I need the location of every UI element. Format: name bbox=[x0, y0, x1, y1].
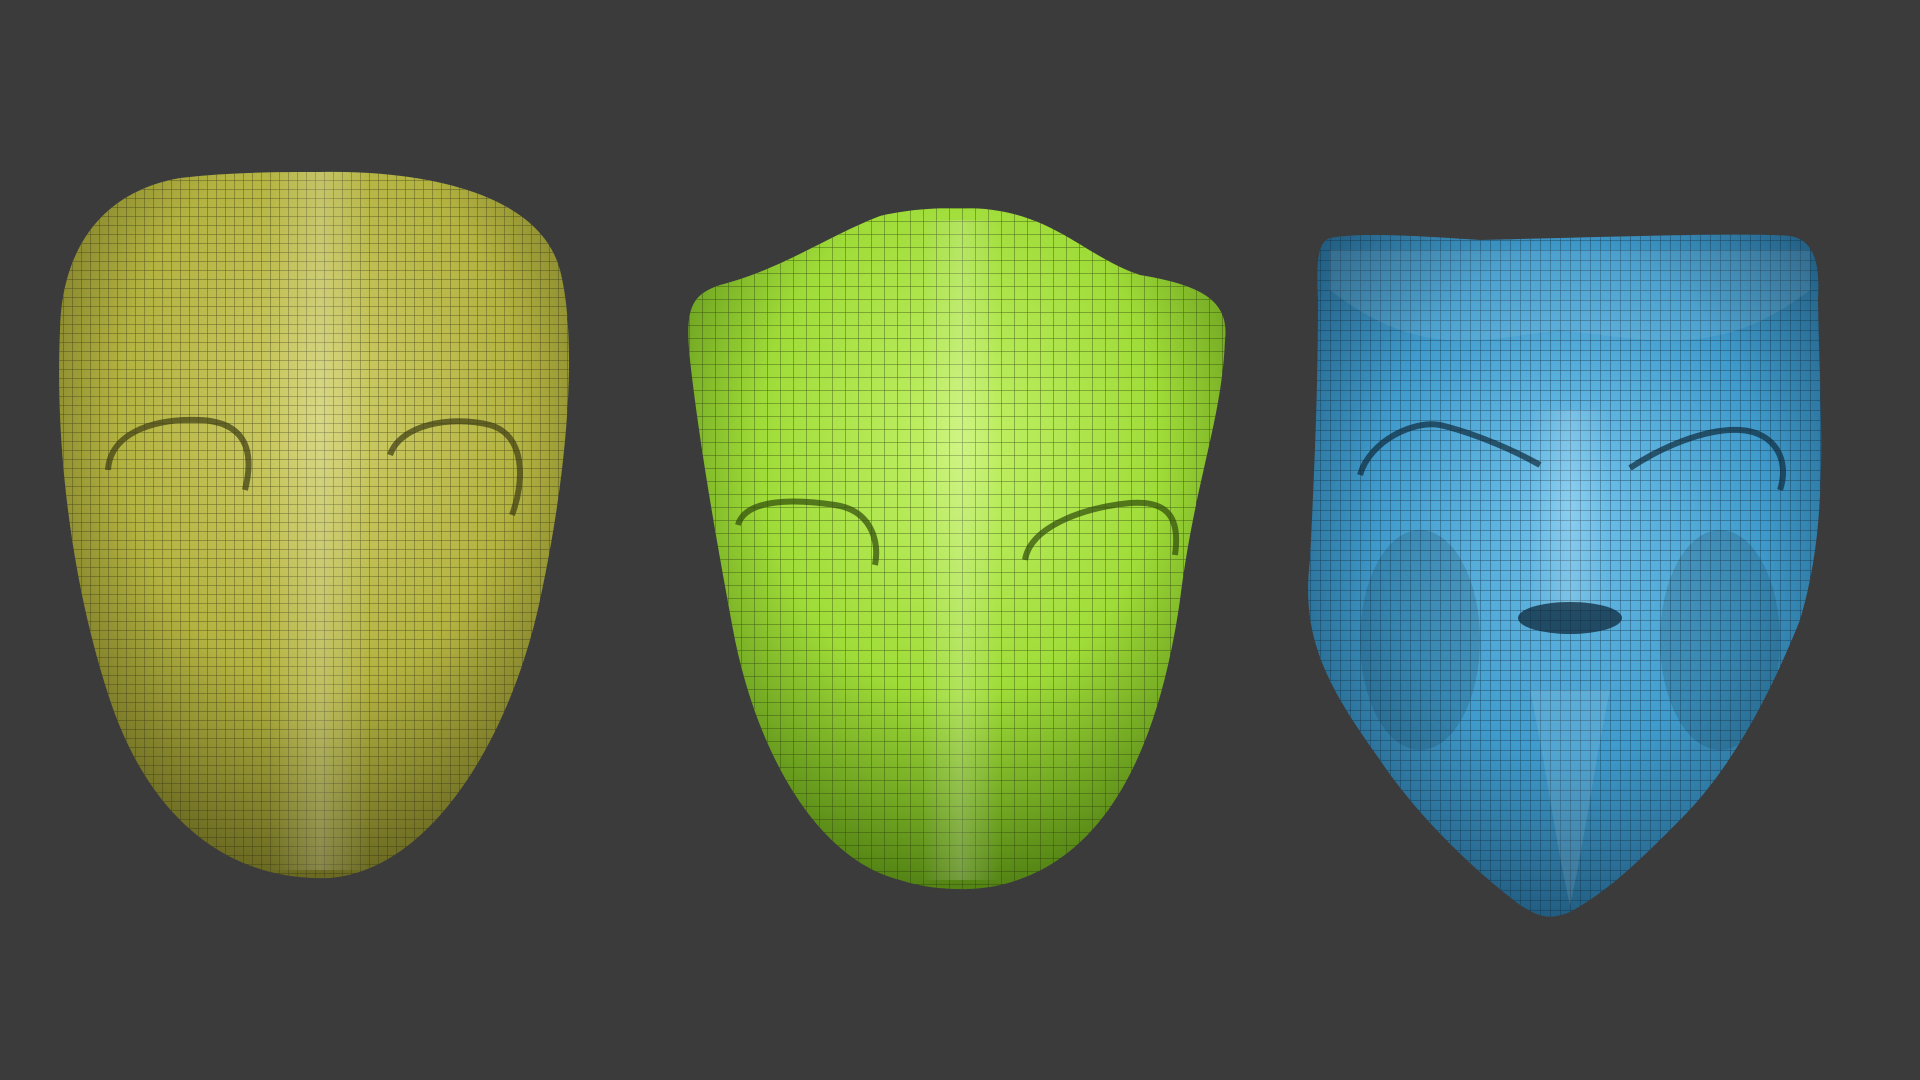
sculpt-viewport[interactable] bbox=[0, 0, 1920, 1080]
scene-canvas bbox=[0, 0, 1920, 1080]
